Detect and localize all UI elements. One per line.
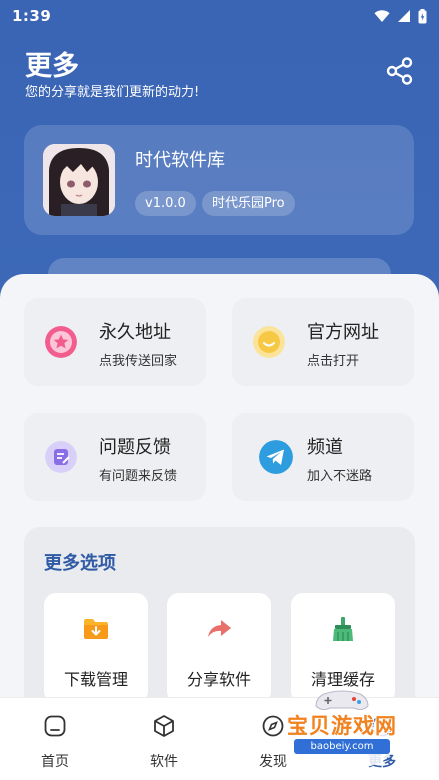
- status-icons: [374, 8, 427, 24]
- status-time: 1:39: [12, 7, 52, 25]
- signal-icon: [398, 10, 410, 22]
- official-site-card[interactable]: 官方网址 点击打开: [232, 298, 414, 386]
- edition-badge: 时代乐园Pro: [202, 191, 295, 216]
- clear-cache-button[interactable]: 清理缓存: [291, 593, 395, 703]
- channel-card[interactable]: 频道 加入不迷路: [232, 413, 414, 501]
- profile-card[interactable]: 时代软件库 v1.0.0 时代乐园Pro: [24, 125, 414, 235]
- card-title: 问题反馈: [99, 437, 171, 458]
- card-subtitle: 加入不迷路: [307, 469, 373, 484]
- wifi-icon: [374, 9, 390, 22]
- option-label: 下载管理: [63, 670, 128, 689]
- telegram-icon: [259, 440, 293, 474]
- watermark-url: baobeiy.com: [294, 739, 390, 754]
- section-title: 更多选项: [44, 553, 116, 574]
- app-name: 时代软件库: [135, 150, 225, 171]
- version-badge: v1.0.0: [135, 191, 196, 216]
- battery-icon: [418, 8, 427, 23]
- card-subtitle: 有问题来反馈: [99, 469, 178, 484]
- permanent-address-card[interactable]: 永久地址 点我传送回家: [24, 298, 206, 386]
- page-subtitle: 您的分享就是我们更新的动力!: [25, 85, 200, 100]
- option-label: 清理缓存: [310, 670, 375, 689]
- smile-icon: [253, 326, 285, 358]
- share-app-button[interactable]: 分享软件: [167, 593, 271, 703]
- share-arrow-icon: [208, 620, 231, 637]
- option-label: 分享软件: [186, 670, 251, 689]
- card-title: 频道: [307, 437, 343, 458]
- status-bar: 1:39: [0, 0, 439, 32]
- download-manager-button[interactable]: 下载管理: [44, 593, 148, 703]
- card-title: 永久地址: [99, 322, 171, 343]
- page-title: 更多: [25, 51, 79, 82]
- card-subtitle: 点我传送回家: [99, 354, 178, 369]
- feedback-icon: [45, 441, 77, 473]
- tab-label: 软件: [150, 754, 178, 770]
- cube-icon: [154, 715, 174, 737]
- home-icon: [44, 715, 66, 737]
- broom-icon: [333, 617, 353, 641]
- tab-software[interactable]: 软件: [110, 698, 218, 780]
- tab-label: 首页: [41, 754, 69, 770]
- feedback-card[interactable]: 问题反馈 有问题来反馈: [24, 413, 206, 501]
- watermark-title: 宝贝游戏网: [287, 714, 397, 738]
- tab-home[interactable]: 首页: [1, 698, 109, 780]
- download-folder-icon: [84, 619, 108, 639]
- card-subtitle: 点击打开: [307, 354, 360, 369]
- card-title: 官方网址: [307, 322, 379, 343]
- watermark-logo: 宝贝游戏网 baobeiy.com: [268, 688, 416, 774]
- star-icon: [45, 326, 77, 358]
- share-icon[interactable]: [385, 56, 415, 86]
- avatar: [43, 144, 115, 216]
